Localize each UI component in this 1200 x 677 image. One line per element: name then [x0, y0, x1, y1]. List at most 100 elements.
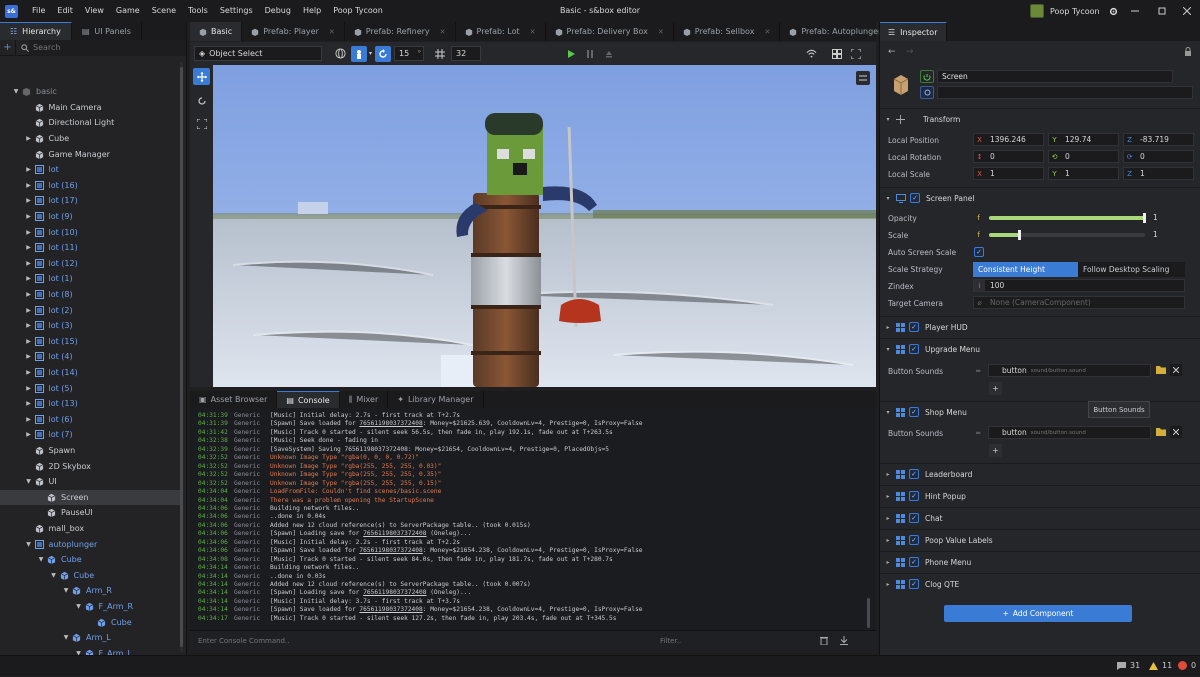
component-enabled-checkbox[interactable]: ✓: [909, 322, 919, 332]
rotate-tool-icon[interactable]: [193, 92, 210, 109]
chevron-down-icon[interactable]: ▼: [62, 587, 70, 595]
tree-item[interactable]: ▼ Cube: [0, 568, 183, 584]
transform-header[interactable]: ▾ Transform: [880, 108, 1200, 129]
add-object-icon[interactable]: +: [0, 39, 16, 56]
target-camera-field[interactable]: ⌀ None (CameraComponent): [973, 296, 1185, 309]
back-arrow-icon[interactable]: ←: [888, 47, 896, 57]
opacity-handle[interactable]: [1143, 212, 1146, 223]
grid-size-field[interactable]: 32: [451, 46, 482, 61]
tree-item[interactable]: ▼ Arm_L: [0, 630, 183, 646]
tab-library-manager[interactable]: ✦ Library Manager: [388, 391, 484, 408]
close-tab-icon[interactable]: ✕: [329, 28, 335, 36]
close-tab-icon[interactable]: ✕: [764, 28, 770, 36]
tree-item[interactable]: ▶ lot (10): [0, 224, 183, 240]
component-enabled-checkbox[interactable]: ✓: [909, 579, 919, 589]
strategy-follow-desktop[interactable]: Follow Desktop Scaling: [1078, 262, 1185, 277]
tree-item[interactable]: ▶ lot (11): [0, 240, 183, 256]
component-enabled-checkbox[interactable]: ✓: [909, 513, 919, 523]
scene-viewport[interactable]: [213, 65, 876, 387]
steam-id-link[interactable]: 76561198037372408: [363, 589, 426, 596]
tree-item[interactable]: ▶ lot (15): [0, 334, 183, 350]
tree-item[interactable]: ▶ lot (3): [0, 318, 183, 334]
component-header-clog-qte[interactable]: ▸ ✓ Clog QTE: [880, 573, 1200, 594]
tab-inspector[interactable]: ☰ Inspector: [880, 22, 947, 41]
tree-item[interactable]: ▶ Cube: [0, 131, 183, 147]
play-icon[interactable]: [563, 46, 579, 62]
tree-item[interactable]: ▶ lot (8): [0, 287, 183, 303]
chevron-down-icon[interactable]: ▼: [50, 571, 58, 579]
rotation-snap-icon[interactable]: [375, 45, 392, 62]
tree-item[interactable]: ▼ autoplunger: [0, 536, 183, 552]
transform-rotation-y-field[interactable]: ⟲ 0: [1048, 150, 1119, 163]
tab-hierarchy[interactable]: ☷ Hierarchy: [0, 22, 72, 40]
tab-prefab-lot[interactable]: Prefab: Lot ✕: [456, 22, 546, 41]
component-header-player-hud[interactable]: ▸ ✓ Player HUD: [880, 316, 1200, 337]
folder-icon[interactable]: [1156, 365, 1166, 374]
tree-item[interactable]: ▼ Cube: [0, 552, 183, 568]
tab-console[interactable]: ▤ Console: [277, 391, 340, 408]
drag-handle-icon[interactable]: ═: [976, 429, 980, 437]
chevron-right-icon[interactable]: ▶: [25, 259, 33, 267]
hierarchy-scrollbar-thumb[interactable]: [180, 67, 183, 647]
opacity-slider[interactable]: f 1: [973, 211, 1185, 224]
transform-scale-y-field[interactable]: Y1: [1048, 167, 1119, 180]
component-enabled-checkbox[interactable]: ✓: [909, 491, 919, 501]
scale-slider[interactable]: f 1: [973, 228, 1185, 241]
component-header-poop-value-labels[interactable]: ▸ ✓ Poop Value Labels: [880, 529, 1200, 550]
component-header-chat[interactable]: ▸ ✓ Chat: [880, 507, 1200, 528]
tab-asset-browser[interactable]: ▣ Asset Browser: [190, 391, 278, 408]
close-tab-icon[interactable]: ✕: [530, 28, 536, 36]
tree-item[interactable]: ▼ F_Arm_R: [0, 599, 183, 615]
opacity-value[interactable]: 1: [1153, 213, 1158, 222]
menu-debug[interactable]: Debug: [259, 0, 297, 22]
chevron-right-icon[interactable]: ▶: [25, 135, 33, 143]
tree-item[interactable]: ▶ lot (16): [0, 178, 183, 194]
object-name-input[interactable]: [937, 70, 1173, 83]
tree-item[interactable]: Spawn: [0, 443, 183, 459]
tree-item[interactable]: PauseUI: [0, 505, 183, 521]
project-badge[interactable]: Poop Tycoon: [1030, 4, 1100, 18]
component-enabled-checkbox[interactable]: ✓: [909, 469, 919, 479]
menu-settings[interactable]: Settings: [214, 0, 259, 22]
component-header-hint-popup[interactable]: ▸ ✓ Hint Popup: [880, 485, 1200, 506]
chevron-down-icon[interactable]: ▾: [369, 50, 372, 57]
component-enabled-checkbox[interactable]: ✓: [909, 407, 919, 417]
tree-item[interactable]: ▶ lot (13): [0, 396, 183, 412]
tree-item[interactable]: ▶ lot (4): [0, 349, 183, 365]
tree-item[interactable]: ▶ lot (2): [0, 302, 183, 318]
menu-game[interactable]: Game: [110, 0, 146, 22]
menu-poop-tycoon[interactable]: Poop Tycoon: [327, 0, 389, 22]
console-command-input[interactable]: [190, 633, 660, 648]
auto-screen-scale-checkbox[interactable]: ✓: [974, 247, 984, 257]
eject-icon[interactable]: [601, 46, 617, 62]
menu-view[interactable]: View: [79, 0, 110, 22]
steam-id-link[interactable]: 76561198037372408: [363, 530, 426, 537]
chevron-right-icon[interactable]: ▶: [25, 291, 33, 299]
message-count[interactable]: 31: [1117, 661, 1140, 670]
component-header-upgrade-menu[interactable]: ▾ ✓ Upgrade Menu: [880, 338, 1200, 359]
remove-icon[interactable]: [1170, 426, 1182, 438]
chevron-right-icon[interactable]: ▶: [25, 275, 33, 283]
add-sound-button[interactable]: +: [989, 444, 1002, 457]
tree-item[interactable]: ▼ Arm_R: [0, 583, 183, 599]
tree-item[interactable]: Cube: [0, 614, 183, 630]
chevron-right-icon[interactable]: ▶: [25, 213, 33, 221]
menu-help[interactable]: Help: [297, 0, 327, 22]
component-enabled-checkbox[interactable]: ✓: [909, 535, 919, 545]
tree-item[interactable]: ▶ lot (6): [0, 412, 183, 428]
component-enabled-checkbox[interactable]: ✓: [909, 557, 919, 567]
move-tool-icon[interactable]: [193, 68, 210, 85]
tree-item[interactable]: Directional Light: [0, 115, 183, 131]
tab-prefab-refinery[interactable]: Prefab: Refinery ✕: [345, 22, 456, 41]
add-sound-button[interactable]: +: [989, 382, 1002, 395]
download-icon[interactable]: [840, 636, 848, 645]
select-mode-dropdown[interactable]: ◈ Object Select: [194, 46, 322, 61]
trash-icon[interactable]: [820, 636, 828, 645]
tree-item[interactable]: ▶ lot (14): [0, 365, 183, 381]
chevron-right-icon[interactable]: ▶: [25, 228, 33, 236]
scale-value[interactable]: 1: [1153, 230, 1158, 239]
drag-handle-icon[interactable]: ═: [976, 367, 980, 375]
transform-rotation-x-field[interactable]: ↕ 0: [973, 150, 1044, 163]
tab-prefab-sellbox[interactable]: Prefab: Sellbox ✕: [674, 22, 781, 41]
steam-id-link[interactable]: 76561198037372408: [359, 547, 422, 554]
